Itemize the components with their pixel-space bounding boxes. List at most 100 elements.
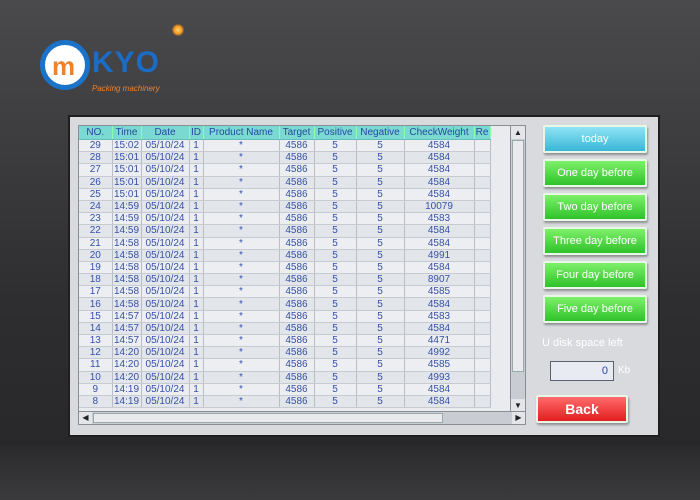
table-cell: 5 bbox=[356, 334, 405, 348]
table-cell: 5 bbox=[356, 297, 405, 311]
table-cell: 4586 bbox=[279, 176, 315, 189]
table-cell: 5 bbox=[356, 188, 405, 201]
one-day-before-button[interactable]: One day before bbox=[543, 159, 647, 187]
hmi-screen: NO. Time Date ID Product Name Target Positive N… bbox=[68, 115, 660, 437]
column-header: Negative bbox=[356, 126, 405, 140]
table-cell: 4586 bbox=[279, 188, 315, 201]
table-cell: 5 bbox=[314, 310, 357, 323]
table-cell: 05/10/24 bbox=[141, 346, 190, 360]
table-cell: 14:59 bbox=[112, 224, 142, 238]
table-cell: 1 bbox=[189, 237, 204, 250]
table-cell: 4586 bbox=[279, 273, 315, 287]
table-cell: 14:58 bbox=[112, 261, 142, 275]
scroll-right-icon[interactable]: ▶ bbox=[512, 412, 525, 424]
table-cell: 24 bbox=[79, 200, 113, 214]
back-button[interactable]: Back bbox=[536, 395, 628, 423]
table-row[interactable]: 18 14:58 05/10/24 1 * 4586 5 5 8907 bbox=[79, 273, 491, 287]
table-cell: 05/10/24 bbox=[141, 358, 190, 372]
two-day-before-button[interactable]: Two day before bbox=[543, 193, 647, 221]
scroll-up-icon[interactable]: ▲ bbox=[511, 126, 525, 139]
horizontal-scroll-thumb[interactable] bbox=[93, 413, 443, 423]
five-day-before-button[interactable]: Five day before bbox=[543, 295, 647, 323]
table-row[interactable]: 17 14:58 05/10/24 1 * 4586 5 5 4585 bbox=[79, 285, 491, 299]
scroll-left-icon[interactable]: ◀ bbox=[79, 412, 92, 424]
table-cell: 05/10/24 bbox=[141, 139, 190, 153]
table-cell: 4584 bbox=[404, 395, 475, 409]
table-cell: 5 bbox=[314, 176, 357, 189]
table-row[interactable]: 25 15:01 05/10/24 1 * 4586 5 5 4584 bbox=[79, 188, 491, 201]
table-cell: * bbox=[203, 273, 280, 287]
table-cell bbox=[474, 200, 491, 214]
disk-space-label: U disk space left bbox=[542, 337, 623, 349]
table-cell: 5 bbox=[314, 346, 357, 360]
table-cell: 05/10/24 bbox=[141, 212, 190, 226]
table-cell: 5 bbox=[356, 249, 405, 262]
four-day-before-button[interactable]: Four day before bbox=[543, 261, 647, 289]
table-row[interactable]: 26 15:01 05/10/24 1 * 4586 5 5 4584 bbox=[79, 176, 491, 189]
table-row[interactable]: 20 14:58 05/10/24 1 * 4586 5 5 4991 bbox=[79, 249, 491, 262]
table-cell: 5 bbox=[356, 358, 405, 372]
table-row[interactable]: 10 14:20 05/10/24 1 * 4586 5 5 4993 bbox=[79, 371, 491, 384]
table-row[interactable]: 19 14:58 05/10/24 1 * 4586 5 5 4584 bbox=[79, 261, 491, 275]
table-row[interactable]: 21 14:58 05/10/24 1 * 4586 5 5 4584 bbox=[79, 237, 491, 250]
vertical-scrollbar[interactable]: ▲ ▼ bbox=[510, 125, 526, 413]
table-row[interactable]: 24 14:59 05/10/24 1 * 4586 5 5 10079 bbox=[79, 200, 491, 214]
table-cell: 05/10/24 bbox=[141, 200, 190, 214]
column-header: Target bbox=[279, 126, 315, 140]
table-row[interactable]: 13 14:57 05/10/24 1 * 4586 5 5 4471 bbox=[79, 334, 491, 348]
table-row[interactable]: 14 14:57 05/10/24 1 * 4586 5 5 4584 bbox=[79, 322, 491, 336]
table-cell: 5 bbox=[314, 322, 357, 336]
table-cell: 1 bbox=[189, 322, 204, 336]
table-cell: 4585 bbox=[404, 358, 475, 372]
table-cell: 5 bbox=[356, 212, 405, 226]
table-row[interactable]: 22 14:59 05/10/24 1 * 4586 5 5 4584 bbox=[79, 224, 491, 238]
table-row[interactable]: 23 14:59 05/10/24 1 * 4586 5 5 4583 bbox=[79, 212, 491, 226]
table-cell: * bbox=[203, 249, 280, 262]
column-header: Positive bbox=[314, 126, 357, 140]
table-row[interactable]: 29 15:02 05/10/24 1 * 4586 5 5 4584 bbox=[79, 139, 491, 153]
table-cell: * bbox=[203, 139, 280, 153]
table-row[interactable]: 8 14:19 05/10/24 1 * 4586 5 5 4584 bbox=[79, 395, 491, 409]
table-cell: 4992 bbox=[404, 346, 475, 360]
table-cell: 4586 bbox=[279, 346, 315, 360]
table-body: 29 15:02 05/10/24 1 * 4586 5 5 4584 28 15:01 05/10/… bbox=[79, 139, 491, 409]
table-cell: 12 bbox=[79, 346, 113, 360]
table-cell: 1 bbox=[189, 285, 204, 299]
table-cell: 1 bbox=[189, 297, 204, 311]
table-row[interactable]: 12 14:20 05/10/24 1 * 4586 5 5 4992 bbox=[79, 346, 491, 360]
table-row[interactable]: 28 15:01 05/10/24 1 * 4586 5 5 4584 bbox=[79, 151, 491, 165]
table-cell: 15:01 bbox=[112, 176, 142, 189]
table-cell: 14:20 bbox=[112, 346, 142, 360]
table-cell: 5 bbox=[356, 163, 405, 177]
table-cell: * bbox=[203, 334, 280, 348]
table-cell: 1 bbox=[189, 395, 204, 409]
table-cell: 26 bbox=[79, 176, 113, 189]
today-button[interactable]: today bbox=[543, 125, 647, 153]
disk-space-value: 0 bbox=[550, 361, 614, 381]
table-row[interactable]: 15 14:57 05/10/24 1 * 4586 5 5 4583 bbox=[79, 310, 491, 323]
table-cell: 10079 bbox=[404, 200, 475, 214]
table-cell bbox=[474, 371, 491, 384]
table-row[interactable]: 16 14:58 05/10/24 1 * 4586 5 5 4584 bbox=[79, 297, 491, 311]
table-cell: 1 bbox=[189, 249, 204, 262]
table-cell bbox=[474, 188, 491, 201]
table-row[interactable]: 11 14:20 05/10/24 1 * 4586 5 5 4585 bbox=[79, 358, 491, 372]
table-cell: 1 bbox=[189, 212, 204, 226]
table-cell bbox=[474, 224, 491, 238]
table-cell bbox=[474, 346, 491, 360]
table-row[interactable]: 9 14:19 05/10/24 1 * 4586 5 5 4584 bbox=[79, 383, 491, 396]
three-day-before-button[interactable]: Three day before bbox=[543, 227, 647, 255]
table-cell: 5 bbox=[356, 224, 405, 238]
table-row[interactable]: 27 15:01 05/10/24 1 * 4586 5 5 4584 bbox=[79, 163, 491, 177]
table-cell: 5 bbox=[314, 212, 357, 226]
records-grid[interactable]: NO. Time Date ID Product Name Target Positive N… bbox=[78, 125, 520, 425]
table-cell: 4584 bbox=[404, 237, 475, 250]
table-cell: 5 bbox=[314, 285, 357, 299]
table-cell: 1 bbox=[189, 371, 204, 384]
brand-logo: m KYO Packing machinery bbox=[40, 40, 170, 100]
horizontal-scrollbar[interactable]: ◀ ▶ bbox=[78, 411, 526, 425]
table-cell: * bbox=[203, 285, 280, 299]
table-cell bbox=[474, 395, 491, 409]
table-cell: 4586 bbox=[279, 297, 315, 311]
vertical-scroll-thumb[interactable] bbox=[512, 140, 524, 372]
